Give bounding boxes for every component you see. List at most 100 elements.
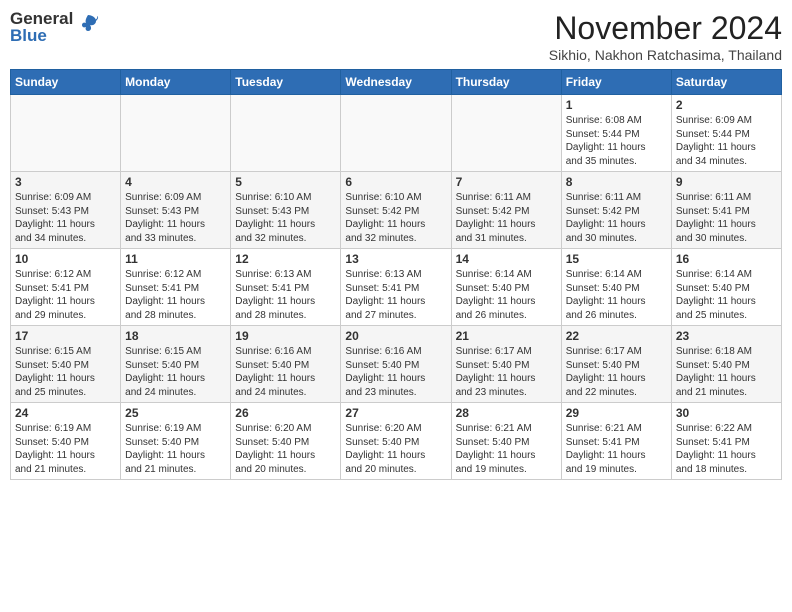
- calendar-week-row: 1 Sunrise: 6:08 AM Sunset: 5:44 PM Daylig…: [11, 95, 782, 172]
- weekday-header-thursday: Thursday: [451, 70, 561, 95]
- day-number: 20: [345, 329, 446, 343]
- calendar-cell: [121, 95, 231, 172]
- day-info: Sunrise: 6:20 AM Sunset: 5:40 PM Dayligh…: [345, 422, 446, 476]
- day-number: 22: [566, 329, 667, 343]
- calendar-cell: 9 Sunrise: 6:11 AM Sunset: 5:41 PM Daylig…: [671, 172, 781, 249]
- logo-general: General: [10, 10, 73, 27]
- day-number: 11: [125, 252, 226, 266]
- calendar-cell: [231, 95, 341, 172]
- logo: General Blue: [10, 10, 99, 44]
- calendar-cell: 2 Sunrise: 6:09 AM Sunset: 5:44 PM Daylig…: [671, 95, 781, 172]
- day-info: Sunrise: 6:12 AM Sunset: 5:41 PM Dayligh…: [15, 268, 116, 322]
- month-year: November 2024: [549, 10, 782, 47]
- day-info: Sunrise: 6:19 AM Sunset: 5:40 PM Dayligh…: [15, 422, 116, 476]
- day-number: 23: [676, 329, 777, 343]
- day-number: 26: [235, 406, 336, 420]
- logo-bird-icon: [77, 12, 99, 39]
- day-number: 28: [456, 406, 557, 420]
- day-info: Sunrise: 6:22 AM Sunset: 5:41 PM Dayligh…: [676, 422, 777, 476]
- location: Sikhio, Nakhon Ratchasima, Thailand: [549, 47, 782, 63]
- day-number: 24: [15, 406, 116, 420]
- day-number: 7: [456, 175, 557, 189]
- day-info: Sunrise: 6:18 AM Sunset: 5:40 PM Dayligh…: [676, 345, 777, 399]
- calendar-cell: 23 Sunrise: 6:18 AM Sunset: 5:40 PM Dayli…: [671, 326, 781, 403]
- calendar-cell: 25 Sunrise: 6:19 AM Sunset: 5:40 PM Dayli…: [121, 403, 231, 480]
- weekday-header-saturday: Saturday: [671, 70, 781, 95]
- day-info: Sunrise: 6:14 AM Sunset: 5:40 PM Dayligh…: [456, 268, 557, 322]
- calendar-cell: [11, 95, 121, 172]
- day-info: Sunrise: 6:15 AM Sunset: 5:40 PM Dayligh…: [15, 345, 116, 399]
- calendar-week-row: 24 Sunrise: 6:19 AM Sunset: 5:40 PM Dayli…: [11, 403, 782, 480]
- day-info: Sunrise: 6:14 AM Sunset: 5:40 PM Dayligh…: [676, 268, 777, 322]
- calendar-cell: 27 Sunrise: 6:20 AM Sunset: 5:40 PM Dayli…: [341, 403, 451, 480]
- day-number: 16: [676, 252, 777, 266]
- calendar-cell: [451, 95, 561, 172]
- day-number: 1: [566, 98, 667, 112]
- logo-blue: Blue: [10, 27, 73, 44]
- day-number: 5: [235, 175, 336, 189]
- calendar-week-row: 10 Sunrise: 6:12 AM Sunset: 5:41 PM Dayli…: [11, 249, 782, 326]
- page-header: General Blue November 2024 Sikhio, Nakho…: [10, 10, 782, 63]
- calendar-cell: 1 Sunrise: 6:08 AM Sunset: 5:44 PM Daylig…: [561, 95, 671, 172]
- weekday-header-monday: Monday: [121, 70, 231, 95]
- calendar-cell: 18 Sunrise: 6:15 AM Sunset: 5:40 PM Dayli…: [121, 326, 231, 403]
- day-info: Sunrise: 6:10 AM Sunset: 5:43 PM Dayligh…: [235, 191, 336, 245]
- day-info: Sunrise: 6:19 AM Sunset: 5:40 PM Dayligh…: [125, 422, 226, 476]
- day-number: 12: [235, 252, 336, 266]
- day-info: Sunrise: 6:11 AM Sunset: 5:42 PM Dayligh…: [456, 191, 557, 245]
- weekday-header-sunday: Sunday: [11, 70, 121, 95]
- day-info: Sunrise: 6:17 AM Sunset: 5:40 PM Dayligh…: [456, 345, 557, 399]
- calendar-cell: 10 Sunrise: 6:12 AM Sunset: 5:41 PM Dayli…: [11, 249, 121, 326]
- day-info: Sunrise: 6:09 AM Sunset: 5:44 PM Dayligh…: [676, 114, 777, 168]
- day-info: Sunrise: 6:12 AM Sunset: 5:41 PM Dayligh…: [125, 268, 226, 322]
- day-number: 2: [676, 98, 777, 112]
- day-number: 29: [566, 406, 667, 420]
- day-info: Sunrise: 6:16 AM Sunset: 5:40 PM Dayligh…: [345, 345, 446, 399]
- calendar-cell: 29 Sunrise: 6:21 AM Sunset: 5:41 PM Dayli…: [561, 403, 671, 480]
- day-number: 21: [456, 329, 557, 343]
- calendar-cell: 30 Sunrise: 6:22 AM Sunset: 5:41 PM Dayli…: [671, 403, 781, 480]
- day-number: 13: [345, 252, 446, 266]
- day-number: 10: [15, 252, 116, 266]
- calendar-cell: 13Sunrise: 6:13 AM Sunset: 5:41 PM Dayli…: [341, 249, 451, 326]
- calendar-cell: 3Sunrise: 6:09 AM Sunset: 5:43 PM Daylig…: [11, 172, 121, 249]
- day-number: 30: [676, 406, 777, 420]
- day-number: 4: [125, 175, 226, 189]
- calendar-cell: 19Sunrise: 6:16 AM Sunset: 5:40 PM Dayli…: [231, 326, 341, 403]
- calendar-cell: 12Sunrise: 6:13 AM Sunset: 5:41 PM Dayli…: [231, 249, 341, 326]
- day-info: Sunrise: 6:11 AM Sunset: 5:41 PM Dayligh…: [676, 191, 777, 245]
- day-info: Sunrise: 6:20 AM Sunset: 5:40 PM Dayligh…: [235, 422, 336, 476]
- day-info: Sunrise: 6:15 AM Sunset: 5:40 PM Dayligh…: [125, 345, 226, 399]
- calendar-cell: 15Sunrise: 6:14 AM Sunset: 5:40 PM Dayli…: [561, 249, 671, 326]
- calendar-cell: [341, 95, 451, 172]
- day-info: Sunrise: 6:21 AM Sunset: 5:41 PM Dayligh…: [566, 422, 667, 476]
- day-info: Sunrise: 6:10 AM Sunset: 5:42 PM Dayligh…: [345, 191, 446, 245]
- calendar-cell: 17 Sunrise: 6:15 AM Sunset: 5:40 PM Dayli…: [11, 326, 121, 403]
- day-number: 9: [676, 175, 777, 189]
- day-number: 6: [345, 175, 446, 189]
- weekday-header-wednesday: Wednesday: [341, 70, 451, 95]
- calendar-cell: 22Sunrise: 6:17 AM Sunset: 5:40 PM Dayli…: [561, 326, 671, 403]
- calendar-cell: 16 Sunrise: 6:14 AM Sunset: 5:40 PM Dayli…: [671, 249, 781, 326]
- weekday-header-row: SundayMondayTuesdayWednesdayThursdayFrid…: [11, 70, 782, 95]
- calendar-cell: 26 Sunrise: 6:20 AM Sunset: 5:40 PM Dayli…: [231, 403, 341, 480]
- day-number: 25: [125, 406, 226, 420]
- calendar-week-row: 3 Sunrise: 6:09 AM Sunset: 5:43 PM Daylig…: [11, 172, 782, 249]
- calendar-cell: 20 Sunrise: 6:16 AM Sunset: 5:40 PM Dayli…: [341, 326, 451, 403]
- day-info: Sunrise: 6:11 AM Sunset: 5:42 PM Dayligh…: [566, 191, 667, 245]
- day-number: 18: [125, 329, 226, 343]
- day-number: 3: [15, 175, 116, 189]
- calendar-cell: 24 Sunrise: 6:19 AM Sunset: 5:40 PM Dayli…: [11, 403, 121, 480]
- day-info: Sunrise: 6:09 AM Sunset: 5:43 PM Dayligh…: [125, 191, 226, 245]
- day-info: Sunrise: 6:08 AM Sunset: 5:44 PM Dayligh…: [566, 114, 667, 168]
- calendar-cell: 4 Sunrise: 6:09 AM Sunset: 5:43 PM Daylig…: [121, 172, 231, 249]
- day-number: 17: [15, 329, 116, 343]
- calendar-week-row: 17 Sunrise: 6:15 AM Sunset: 5:40 PM Dayli…: [11, 326, 782, 403]
- weekday-header-friday: Friday: [561, 70, 671, 95]
- calendar-cell: 6 Sunrise: 6:10 AM Sunset: 5:42 PM Daylig…: [341, 172, 451, 249]
- day-info: Sunrise: 6:16 AM Sunset: 5:40 PM Dayligh…: [235, 345, 336, 399]
- calendar-cell: 11 Sunrise: 6:12 AM Sunset: 5:41 PM Dayli…: [121, 249, 231, 326]
- day-number: 27: [345, 406, 446, 420]
- calendar-cell: 7 Sunrise: 6:11 AM Sunset: 5:42 PM Daylig…: [451, 172, 561, 249]
- calendar-cell: 5 Sunrise: 6:10 AM Sunset: 5:43 PM Daylig…: [231, 172, 341, 249]
